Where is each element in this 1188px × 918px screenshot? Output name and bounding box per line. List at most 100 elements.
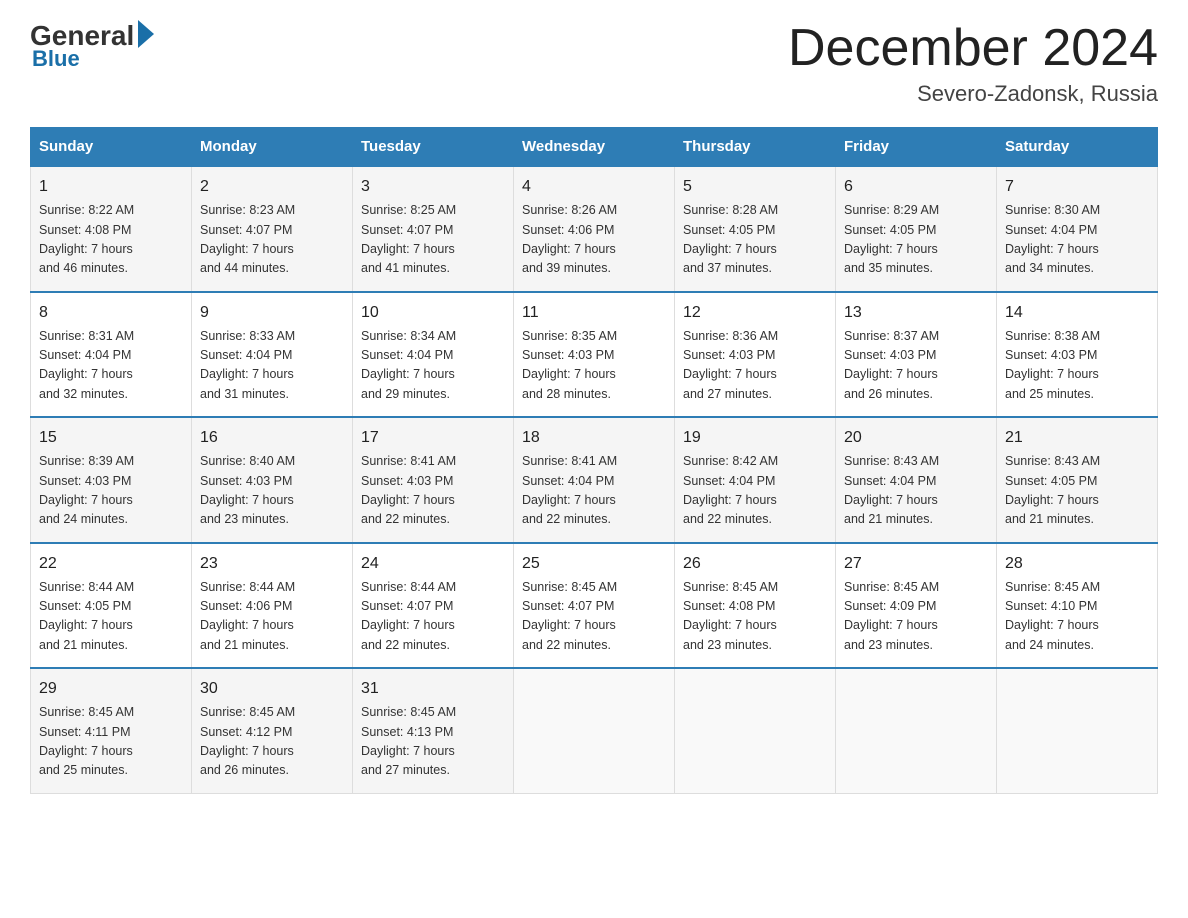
day-number: 7	[1005, 175, 1149, 199]
col-header-tuesday: Tuesday	[353, 128, 514, 167]
day-info: Sunrise: 8:45 AMSunset: 4:12 PMDaylight:…	[200, 703, 344, 781]
day-number: 30	[200, 677, 344, 701]
calendar-cell: 7Sunrise: 8:30 AMSunset: 4:04 PMDaylight…	[997, 166, 1158, 292]
day-number: 21	[1005, 426, 1149, 450]
day-number: 19	[683, 426, 827, 450]
calendar-cell	[836, 668, 997, 793]
calendar-cell: 6Sunrise: 8:29 AMSunset: 4:05 PMDaylight…	[836, 166, 997, 292]
day-info: Sunrise: 8:41 AMSunset: 4:04 PMDaylight:…	[522, 452, 666, 530]
day-number: 8	[39, 301, 183, 325]
calendar-cell: 27Sunrise: 8:45 AMSunset: 4:09 PMDayligh…	[836, 543, 997, 669]
day-number: 18	[522, 426, 666, 450]
calendar-cell: 1Sunrise: 8:22 AMSunset: 4:08 PMDaylight…	[31, 166, 192, 292]
day-info: Sunrise: 8:28 AMSunset: 4:05 PMDaylight:…	[683, 201, 827, 279]
day-info: Sunrise: 8:45 AMSunset: 4:09 PMDaylight:…	[844, 578, 988, 656]
calendar-cell: 15Sunrise: 8:39 AMSunset: 4:03 PMDayligh…	[31, 417, 192, 543]
day-number: 10	[361, 301, 505, 325]
day-number: 5	[683, 175, 827, 199]
calendar-cell	[997, 668, 1158, 793]
calendar-cell: 29Sunrise: 8:45 AMSunset: 4:11 PMDayligh…	[31, 668, 192, 793]
day-number: 31	[361, 677, 505, 701]
calendar-cell: 10Sunrise: 8:34 AMSunset: 4:04 PMDayligh…	[353, 292, 514, 418]
calendar-cell: 8Sunrise: 8:31 AMSunset: 4:04 PMDaylight…	[31, 292, 192, 418]
day-number: 1	[39, 175, 183, 199]
calendar-cell: 5Sunrise: 8:28 AMSunset: 4:05 PMDaylight…	[675, 166, 836, 292]
day-info: Sunrise: 8:45 AMSunset: 4:08 PMDaylight:…	[683, 578, 827, 656]
day-info: Sunrise: 8:43 AMSunset: 4:05 PMDaylight:…	[1005, 452, 1149, 530]
col-header-wednesday: Wednesday	[514, 128, 675, 167]
day-info: Sunrise: 8:34 AMSunset: 4:04 PMDaylight:…	[361, 327, 505, 405]
title-block: December 2024 Severo-Zadonsk, Russia	[788, 20, 1158, 107]
calendar-cell: 4Sunrise: 8:26 AMSunset: 4:06 PMDaylight…	[514, 166, 675, 292]
day-info: Sunrise: 8:38 AMSunset: 4:03 PMDaylight:…	[1005, 327, 1149, 405]
day-info: Sunrise: 8:44 AMSunset: 4:06 PMDaylight:…	[200, 578, 344, 656]
day-info: Sunrise: 8:43 AMSunset: 4:04 PMDaylight:…	[844, 452, 988, 530]
day-number: 28	[1005, 552, 1149, 576]
calendar-table: SundayMondayTuesdayWednesdayThursdayFrid…	[30, 127, 1158, 794]
logo-arrow-icon	[138, 20, 154, 48]
day-info: Sunrise: 8:45 AMSunset: 4:07 PMDaylight:…	[522, 578, 666, 656]
col-header-thursday: Thursday	[675, 128, 836, 167]
day-info: Sunrise: 8:44 AMSunset: 4:07 PMDaylight:…	[361, 578, 505, 656]
day-info: Sunrise: 8:45 AMSunset: 4:13 PMDaylight:…	[361, 703, 505, 781]
logo-bottom-text: Blue	[32, 46, 80, 72]
day-info: Sunrise: 8:26 AMSunset: 4:06 PMDaylight:…	[522, 201, 666, 279]
calendar-cell	[514, 668, 675, 793]
day-number: 12	[683, 301, 827, 325]
calendar-cell: 20Sunrise: 8:43 AMSunset: 4:04 PMDayligh…	[836, 417, 997, 543]
day-number: 22	[39, 552, 183, 576]
day-info: Sunrise: 8:33 AMSunset: 4:04 PMDaylight:…	[200, 327, 344, 405]
calendar-cell: 9Sunrise: 8:33 AMSunset: 4:04 PMDaylight…	[192, 292, 353, 418]
calendar-cell: 31Sunrise: 8:45 AMSunset: 4:13 PMDayligh…	[353, 668, 514, 793]
day-number: 26	[683, 552, 827, 576]
day-info: Sunrise: 8:25 AMSunset: 4:07 PMDaylight:…	[361, 201, 505, 279]
day-info: Sunrise: 8:42 AMSunset: 4:04 PMDaylight:…	[683, 452, 827, 530]
day-info: Sunrise: 8:37 AMSunset: 4:03 PMDaylight:…	[844, 327, 988, 405]
col-header-sunday: Sunday	[31, 128, 192, 167]
day-number: 20	[844, 426, 988, 450]
calendar-cell: 21Sunrise: 8:43 AMSunset: 4:05 PMDayligh…	[997, 417, 1158, 543]
calendar-cell: 14Sunrise: 8:38 AMSunset: 4:03 PMDayligh…	[997, 292, 1158, 418]
day-info: Sunrise: 8:35 AMSunset: 4:03 PMDaylight:…	[522, 327, 666, 405]
day-info: Sunrise: 8:36 AMSunset: 4:03 PMDaylight:…	[683, 327, 827, 405]
day-number: 23	[200, 552, 344, 576]
day-number: 9	[200, 301, 344, 325]
day-info: Sunrise: 8:45 AMSunset: 4:10 PMDaylight:…	[1005, 578, 1149, 656]
calendar-cell: 25Sunrise: 8:45 AMSunset: 4:07 PMDayligh…	[514, 543, 675, 669]
day-number: 24	[361, 552, 505, 576]
calendar-cell: 26Sunrise: 8:45 AMSunset: 4:08 PMDayligh…	[675, 543, 836, 669]
day-number: 17	[361, 426, 505, 450]
calendar-cell: 24Sunrise: 8:44 AMSunset: 4:07 PMDayligh…	[353, 543, 514, 669]
calendar-cell	[675, 668, 836, 793]
day-info: Sunrise: 8:40 AMSunset: 4:03 PMDaylight:…	[200, 452, 344, 530]
day-info: Sunrise: 8:39 AMSunset: 4:03 PMDaylight:…	[39, 452, 183, 530]
calendar-cell: 2Sunrise: 8:23 AMSunset: 4:07 PMDaylight…	[192, 166, 353, 292]
month-title: December 2024	[788, 20, 1158, 77]
location-text: Severo-Zadonsk, Russia	[788, 81, 1158, 107]
day-info: Sunrise: 8:45 AMSunset: 4:11 PMDaylight:…	[39, 703, 183, 781]
day-number: 3	[361, 175, 505, 199]
logo: General Blue	[30, 20, 158, 72]
day-info: Sunrise: 8:30 AMSunset: 4:04 PMDaylight:…	[1005, 201, 1149, 279]
day-info: Sunrise: 8:31 AMSunset: 4:04 PMDaylight:…	[39, 327, 183, 405]
day-info: Sunrise: 8:22 AMSunset: 4:08 PMDaylight:…	[39, 201, 183, 279]
week-row-2: 8Sunrise: 8:31 AMSunset: 4:04 PMDaylight…	[31, 292, 1158, 418]
col-header-monday: Monday	[192, 128, 353, 167]
day-number: 2	[200, 175, 344, 199]
calendar-cell: 3Sunrise: 8:25 AMSunset: 4:07 PMDaylight…	[353, 166, 514, 292]
day-number: 27	[844, 552, 988, 576]
week-row-4: 22Sunrise: 8:44 AMSunset: 4:05 PMDayligh…	[31, 543, 1158, 669]
calendar-cell: 11Sunrise: 8:35 AMSunset: 4:03 PMDayligh…	[514, 292, 675, 418]
week-row-1: 1Sunrise: 8:22 AMSunset: 4:08 PMDaylight…	[31, 166, 1158, 292]
day-info: Sunrise: 8:29 AMSunset: 4:05 PMDaylight:…	[844, 201, 988, 279]
day-number: 15	[39, 426, 183, 450]
calendar-cell: 19Sunrise: 8:42 AMSunset: 4:04 PMDayligh…	[675, 417, 836, 543]
day-number: 6	[844, 175, 988, 199]
day-number: 11	[522, 301, 666, 325]
col-header-saturday: Saturday	[997, 128, 1158, 167]
week-row-5: 29Sunrise: 8:45 AMSunset: 4:11 PMDayligh…	[31, 668, 1158, 793]
day-info: Sunrise: 8:23 AMSunset: 4:07 PMDaylight:…	[200, 201, 344, 279]
day-number: 29	[39, 677, 183, 701]
calendar-cell: 30Sunrise: 8:45 AMSunset: 4:12 PMDayligh…	[192, 668, 353, 793]
calendar-cell: 12Sunrise: 8:36 AMSunset: 4:03 PMDayligh…	[675, 292, 836, 418]
